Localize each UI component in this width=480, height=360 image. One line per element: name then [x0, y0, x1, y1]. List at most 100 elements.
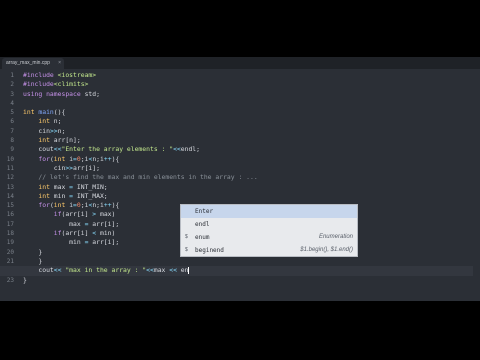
line-number: 16 [6, 211, 14, 219]
autocomplete-item[interactable]: $ enum Enumeration [181, 231, 357, 244]
code-token: << [169, 266, 177, 275]
autocomplete-label: endl [195, 221, 210, 228]
code-token: << [173, 145, 181, 154]
autocomplete-item[interactable]: endl [181, 218, 357, 231]
code-token: n; [57, 126, 66, 135]
code-token: "max in the array : " [65, 266, 147, 275]
code-token: max) [96, 210, 116, 219]
code-token: std; [84, 89, 100, 98]
code-token: << [53, 266, 66, 275]
code-token: ++ [103, 201, 112, 210]
snippet-icon: $ [185, 234, 188, 240]
code-line[interactable]: int min = INT_MAX; [23, 192, 473, 201]
code-token: <iostream> [57, 71, 97, 79]
line-number: 9 [10, 146, 14, 154]
code-token: int [23, 182, 54, 191]
code-token: int [23, 108, 39, 117]
line-number: 12 [6, 174, 14, 182]
code-token: cin [23, 126, 50, 135]
code-token: arr[i]; [73, 163, 100, 172]
code-token: >> [65, 163, 74, 172]
code-token: arr[n]; [53, 136, 81, 145]
code-token: } [23, 256, 43, 265]
code-token: (arr[i] [61, 229, 93, 238]
code-token: "Enter the array elements : " [61, 145, 174, 154]
code-token: main [38, 108, 54, 117]
code-token: #include [23, 80, 54, 89]
autocomplete-item[interactable]: Enter [181, 205, 357, 218]
code-token: n; [53, 117, 62, 126]
code-token: int [23, 136, 54, 145]
tab-array-max-min[interactable]: array_max_min.cpp × [2, 58, 64, 69]
autocomplete-item[interactable]: $ beginend $1.begin(), $1.end() [181, 244, 357, 257]
code-line[interactable]: int main(){ [23, 108, 473, 117]
line-number: 10 [6, 155, 14, 163]
code-token: max [23, 219, 85, 228]
code-token: n;i [92, 154, 104, 163]
code-line[interactable]: // let's find the max and min elements i… [23, 173, 473, 182]
line-number: 6 [10, 118, 14, 126]
autocomplete-detail: $1.begin(), $1.end() [300, 247, 353, 253]
code-line[interactable] [23, 99, 473, 108]
tab-bar: array_max_min.cpp × [0, 57, 480, 69]
code-token: (){ [53, 108, 66, 117]
line-number: 17 [6, 220, 14, 228]
code-token: min) [96, 229, 116, 238]
autocomplete-label: beginend [195, 247, 224, 254]
line-number: 1 [10, 72, 14, 79]
code-line[interactable]: cin>>n; [23, 127, 473, 136]
code-token: cin [23, 163, 66, 172]
code-line[interactable]: int n; [23, 117, 473, 126]
code-token: n;i [92, 201, 104, 210]
line-number: 3 [10, 90, 14, 98]
close-icon[interactable]: × [58, 58, 61, 69]
line-number: 7 [10, 127, 14, 135]
code-token: INT_MIN; [73, 182, 108, 191]
code-token: arr[i]; [88, 219, 120, 228]
code-line[interactable]: #include<climits> [23, 80, 473, 89]
autocomplete-detail: Enumeration [318, 234, 353, 240]
code-token: int [53, 154, 70, 163]
line-number: 2 [10, 81, 14, 89]
code-line[interactable]: int max = INT_MIN; [23, 183, 473, 192]
code-line[interactable]: cin>>arr[i]; [23, 164, 473, 173]
code-line[interactable]: #include <iostream> [23, 71, 473, 80]
line-number: 13 [6, 183, 14, 191]
code-token: endl; [180, 145, 201, 154]
code-token: cout [23, 266, 54, 275]
line-number: 21 [6, 257, 14, 265]
autocomplete-label: enum [195, 234, 210, 241]
line-number: 23 [6, 276, 14, 284]
line-number-gutter: 1234567891011121314151617181920212223 [0, 71, 16, 285]
code-token: max [153, 266, 170, 275]
code-token: int [23, 191, 54, 200]
code-editor[interactable]: array_max_min.cpp × 1 2 3 4 5 6 7 8 9 10 11 12 13 14 1… [0, 57, 480, 301]
code-token: en [176, 266, 189, 275]
line-number: 5 [10, 109, 14, 117]
code-line[interactable]: using namespace std; [23, 90, 473, 99]
code-line[interactable]: } [23, 276, 473, 285]
code-line[interactable]: cout<<"Enter the array elements : "<<end… [23, 145, 473, 154]
code-token: max [53, 182, 70, 191]
line-number: 4 [10, 99, 14, 107]
autocomplete-popup[interactable]: Enter endl $ enum Enumeration $ beginend $1.beg… [180, 204, 358, 257]
code-token: if [23, 210, 62, 219]
code-token: int [23, 117, 54, 126]
line-number: 20 [6, 248, 14, 256]
code-line[interactable]: } [23, 257, 473, 266]
code-line[interactable]: int arr[n]; [23, 136, 473, 145]
code-token: <climits> [53, 80, 89, 89]
code-token: for [23, 201, 50, 210]
line-number: 15 [6, 202, 14, 210]
snippet-icon: $ [185, 247, 188, 253]
line-number: 14 [6, 192, 14, 200]
code-token: ){ [111, 154, 120, 163]
code-token: if [23, 229, 62, 238]
code-token: using namespace [23, 89, 85, 98]
line-number: 8 [10, 137, 14, 145]
code-token: (arr[i] [61, 210, 93, 219]
code-token: >> [49, 126, 58, 135]
text-cursor [188, 266, 190, 274]
code-line[interactable]: cout<< "max in the array : "<<max << en [0, 266, 473, 276]
code-line[interactable]: for(int i=0;i<n;i++){ [23, 155, 473, 164]
